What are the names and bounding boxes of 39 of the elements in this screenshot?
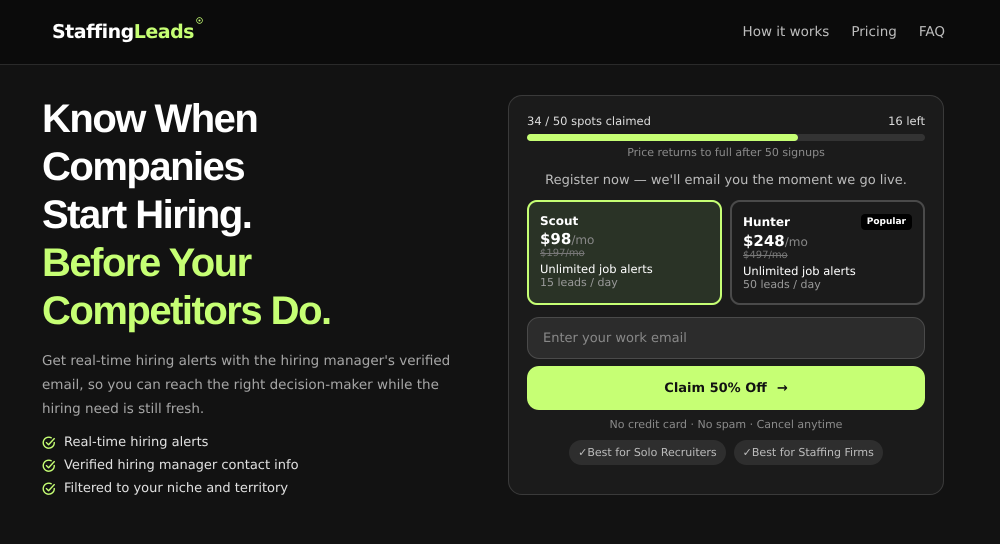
headline-line: Start Hiring.	[42, 192, 252, 239]
plan-price: $248/mo	[743, 232, 809, 250]
popular-badge: Popular	[860, 214, 912, 230]
nav-link[interactable]: FAQ	[918, 24, 945, 40]
feature-text: Real-time hiring alerts	[64, 435, 208, 450]
logo[interactable]: StaffingLeads	[52, 21, 194, 43]
plan-name: Hunter	[743, 215, 790, 229]
old-price: $197/mo	[540, 248, 586, 259]
headline-line: Know When	[42, 96, 258, 143]
old-price: $497/mo	[743, 250, 789, 261]
plan-price: $98/mo	[540, 230, 596, 248]
check-circle-icon	[42, 436, 56, 450]
plan-limit: 15 leads / day	[540, 276, 619, 289]
nav-link[interactable]: Pricing	[851, 24, 897, 40]
plan-feature: Unlimited job alerts	[540, 262, 654, 276]
plan-name: Scout	[540, 214, 578, 228]
headline-line: Before Your	[42, 240, 251, 287]
check-circle-icon	[42, 458, 56, 472]
feature-text: Filtered to your niche and territory	[64, 481, 288, 496]
spots-claimed: 34 / 50 spots claimed	[527, 114, 651, 128]
intro-text: Register now — we'll email you the moment we go live.	[544, 173, 908, 188]
feature-text: Verified hiring manager contact info	[64, 458, 299, 473]
email-field[interactable]: Enter your work email	[527, 317, 925, 359]
plan-card[interactable]: Scout $98/mo $197/mo Unlimited job alerts 15 leads / day	[527, 200, 722, 305]
claim-button[interactable]: Claim 50% Off →	[527, 366, 925, 410]
tag-pill: ✓Best for Staffing Firms	[734, 440, 883, 465]
nav-link[interactable]: How it works	[742, 24, 830, 40]
check-circle-icon	[42, 482, 56, 496]
plan-card[interactable]: Hunter Popular $248/mo $497/mo Unlimited job alerts 50 leads / day	[730, 200, 925, 305]
headline-line: Companies	[42, 144, 244, 191]
fine-print: No credit card · No spam · Cancel anytime	[608, 418, 844, 431]
price-note: Price returns to full after 50 signups	[626, 146, 826, 159]
description: Get real-time hiring alerts with the hiring manager's verified email, so you can reach the right decision-maker while the hiring need is still fresh.	[42, 352, 452, 419]
spots-left: 16 left	[888, 114, 925, 128]
plan-limit: 50 leads / day	[743, 278, 822, 291]
plan-feature: Unlimited job alerts	[743, 264, 857, 278]
tag-pill: ✓Best for Solo Recruiters	[569, 440, 726, 465]
headline-line: Competitors Do.	[42, 288, 331, 335]
logo-dot-icon	[196, 17, 203, 24]
